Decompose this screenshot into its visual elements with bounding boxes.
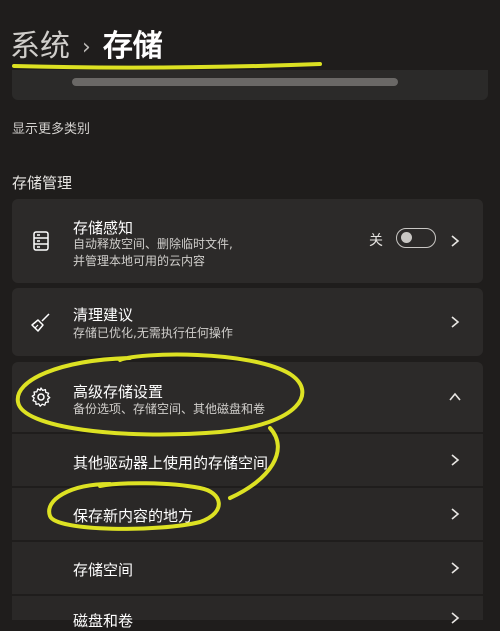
sub-item-where-new-content-saved[interactable]: 保存新内容的地方 bbox=[12, 488, 483, 540]
storage-drive-icon bbox=[33, 231, 49, 251]
storage-sense-card[interactable]: 存储感知 自动释放空间、删除临时文件, 并管理本地可用的云内容 关 bbox=[12, 199, 483, 283]
advanced-storage-settings-card[interactable]: 高级存储设置 备份选项、存储空间、其他磁盘和卷 bbox=[12, 362, 483, 432]
chevron-right-icon[interactable] bbox=[449, 315, 461, 329]
toggle-knob bbox=[401, 232, 412, 243]
breadcrumb-parent-system[interactable]: 系统 bbox=[10, 27, 70, 67]
chevron-up-icon[interactable] bbox=[449, 390, 461, 404]
sub-item-disks-volumes[interactable]: 磁盘和卷 bbox=[12, 596, 483, 630]
page-title: 存储 bbox=[102, 29, 163, 64]
sub-item-label: 存储空间 bbox=[73, 561, 134, 579]
chevron-right-icon[interactable] bbox=[449, 234, 461, 248]
sub-item-storage-spaces[interactable]: 存储空间 bbox=[12, 542, 483, 594]
show-more-categories-link[interactable]: 显示更多类别 bbox=[12, 118, 90, 137]
breadcrumb-separator: › bbox=[82, 35, 91, 60]
advanced-storage-title: 高级存储设置 bbox=[73, 383, 164, 401]
storage-sense-desc-line2: 并管理本地可用的云内容 bbox=[73, 254, 206, 268]
cleanup-title: 清理建议 bbox=[73, 306, 134, 324]
chevron-right-icon[interactable] bbox=[449, 507, 461, 521]
cleanup-desc: 存储已优化,无需执行任何操作 bbox=[73, 326, 233, 340]
storage-usage-bar bbox=[72, 78, 398, 86]
sub-item-label: 保存新内容的地方 bbox=[73, 507, 194, 525]
advanced-storage-desc: 备份选项、存储空间、其他磁盘和卷 bbox=[73, 402, 266, 416]
chevron-right-icon[interactable] bbox=[449, 561, 461, 575]
section-title-storage-management: 存储管理 bbox=[12, 174, 73, 192]
breadcrumb: 系统 › 存储 bbox=[10, 26, 163, 68]
storage-usage-card-partial bbox=[12, 70, 488, 100]
storage-sense-toggle[interactable] bbox=[396, 228, 436, 248]
broom-icon bbox=[31, 313, 50, 332]
chevron-right-icon[interactable] bbox=[449, 453, 461, 467]
chevron-right-icon[interactable] bbox=[449, 611, 461, 625]
gear-icon bbox=[31, 387, 51, 407]
storage-sense-desc-line1: 自动释放空间、删除临时文件, bbox=[73, 237, 233, 251]
storage-sense-toggle-label: 关 bbox=[369, 233, 383, 249]
cleanup-recommendations-card[interactable]: 清理建议 存储已优化,无需执行任何操作 bbox=[12, 288, 483, 356]
sub-item-label: 其他驱动器上使用的存储空间 bbox=[73, 454, 269, 472]
sub-item-label: 磁盘和卷 bbox=[73, 612, 134, 630]
sub-item-other-drives-storage[interactable]: 其他驱动器上使用的存储空间 bbox=[12, 434, 483, 486]
